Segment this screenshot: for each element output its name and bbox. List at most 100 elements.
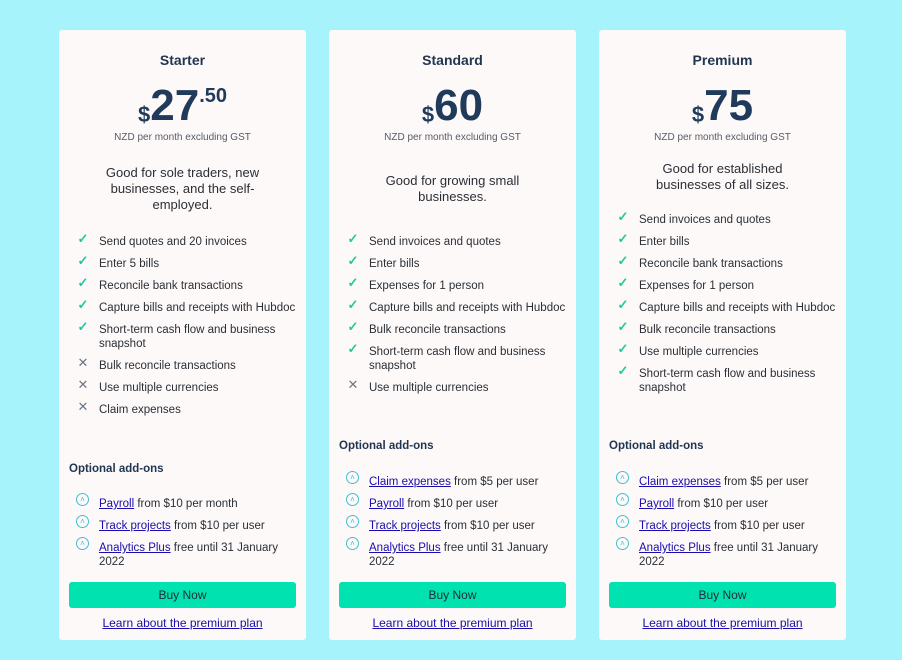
addon-link[interactable]: Track projects xyxy=(369,520,441,532)
buy-now-button[interactable]: Buy Now xyxy=(69,582,296,608)
feature-item: ✓ Send invoices and quotes xyxy=(339,231,566,249)
feature-item: ✓ Short-term cash flow and business snaps… xyxy=(609,363,836,395)
learn-more-link[interactable]: Learn about the premium plan xyxy=(329,616,576,630)
check-icon: ✓ xyxy=(347,341,359,356)
addons-title: Optional add-ons xyxy=(69,463,164,475)
price-note: NZD per month excluding GST xyxy=(384,132,521,143)
chevron-up-circle-icon: ˄ xyxy=(616,515,629,528)
feature-text: Use multiple currencies xyxy=(639,346,759,358)
feature-item: ✓ Bulk reconcile transactions xyxy=(609,319,836,337)
feature-text: Capture bills and receipts with Hubdoc xyxy=(99,302,296,314)
price-amount: 27 xyxy=(150,81,200,130)
chevron-up-circle-icon: ˄ xyxy=(616,537,629,550)
feature-item: ✕ Claim expenses xyxy=(69,399,296,417)
check-icon: ✓ xyxy=(617,363,629,378)
buy-now-button[interactable]: Buy Now xyxy=(609,582,836,608)
feature-list: ✓ Send invoices and quotes ✓ Enter bills ✓ Ex… xyxy=(339,231,566,403)
addon-text: from $10 per user xyxy=(170,520,265,532)
plan-description: Good for growing small businesses. xyxy=(385,173,520,204)
plan-card-standard: Standard $60 NZD per month excluding GST… xyxy=(329,30,576,640)
addon-link[interactable]: Payroll xyxy=(369,498,404,510)
addon-link[interactable]: Claim expenses xyxy=(369,476,451,488)
feature-item: ✓ Enter 5 bills xyxy=(69,253,296,271)
addon-item: ˄ Payroll from $10 per month xyxy=(69,493,296,511)
plan-price: $27.50 xyxy=(59,82,306,130)
chevron-up-circle-icon: ˄ xyxy=(346,537,359,550)
chevron-up-circle-icon: ˄ xyxy=(346,515,359,528)
feature-item: ✓ Reconcile bank transactions xyxy=(609,253,836,271)
check-icon: ✓ xyxy=(617,319,629,334)
chevron-up-circle-icon: ˄ xyxy=(616,493,629,506)
feature-text: Capture bills and receipts with Hubdoc xyxy=(369,302,566,314)
addon-item: ˄ Analytics Plus free until 31 January 20… xyxy=(339,537,566,569)
addon-item: ˄ Track projects from $10 per user xyxy=(69,515,296,533)
feature-list: ✓ Send quotes and 20 invoices ✓ Enter 5 bil… xyxy=(69,231,296,425)
addon-link[interactable]: Track projects xyxy=(639,520,711,532)
addon-link[interactable]: Payroll xyxy=(639,498,674,510)
feature-item: ✓ Capture bills and receipts with Hubdoc xyxy=(339,297,566,315)
learn-more-link[interactable]: Learn about the premium plan xyxy=(59,616,306,630)
addon-text: from $5 per user xyxy=(450,476,539,488)
feature-text: Send quotes and 20 invoices xyxy=(99,236,247,248)
feature-item: ✓ Expenses for 1 person xyxy=(339,275,566,293)
price-amount: 75 xyxy=(704,81,754,130)
check-icon: ✓ xyxy=(617,275,629,290)
feature-item: ✓ Expenses for 1 person xyxy=(609,275,836,293)
addon-link[interactable]: Analytics Plus xyxy=(99,542,171,554)
feature-text: Use multiple currencies xyxy=(369,382,489,394)
addon-link[interactable]: Track projects xyxy=(99,520,171,532)
check-icon: ✓ xyxy=(617,231,629,246)
cross-icon: ✕ xyxy=(77,399,89,414)
feature-text: Send invoices and quotes xyxy=(639,214,771,226)
addon-text: from $10 per user xyxy=(440,520,535,532)
price-note: NZD per month excluding GST xyxy=(654,132,791,143)
feature-text: Expenses for 1 person xyxy=(369,280,485,292)
feature-text: Reconcile bank transactions xyxy=(99,280,243,292)
addon-link[interactable]: Analytics Plus xyxy=(369,542,441,554)
addon-link[interactable]: Analytics Plus xyxy=(639,542,711,554)
feature-text: Claim expenses xyxy=(99,404,181,416)
feature-text: Use multiple currencies xyxy=(99,382,219,394)
plan-price: $75 xyxy=(599,82,846,130)
plan-description: Good for established businesses of all s… xyxy=(656,161,789,192)
chevron-up-circle-icon: ˄ xyxy=(76,493,89,506)
check-icon: ✓ xyxy=(347,297,359,312)
feature-text: Send invoices and quotes xyxy=(369,236,501,248)
check-icon: ✓ xyxy=(617,209,629,224)
chevron-up-circle-icon: ˄ xyxy=(346,493,359,506)
feature-item: ✓ Short-term cash flow and business snaps… xyxy=(339,341,566,373)
feature-item: ✕ Use multiple currencies xyxy=(339,377,566,395)
feature-item: ✓ Reconcile bank transactions xyxy=(69,275,296,293)
check-icon: ✓ xyxy=(77,297,89,312)
addon-link[interactable]: Claim expenses xyxy=(639,476,721,488)
addon-item: ˄ Claim expenses from $5 per user xyxy=(339,471,566,489)
addon-list: ˄ Payroll from $10 per month ˄ Track projec… xyxy=(69,493,296,577)
price-cents: .50 xyxy=(199,85,227,107)
check-icon: ✓ xyxy=(347,253,359,268)
feature-text: Enter 5 bills xyxy=(99,258,160,270)
addon-list: ˄ Claim expenses from $5 per user ˄ Payroll… xyxy=(339,471,566,577)
chevron-up-circle-icon: ˄ xyxy=(76,515,89,528)
plan-price: $60 xyxy=(329,82,576,130)
feature-list: ✓ Send invoices and quotes ✓ Enter bills ✓ Re… xyxy=(609,209,836,403)
buy-now-button[interactable]: Buy Now xyxy=(339,582,566,608)
addon-text: from $5 per user xyxy=(720,476,809,488)
price-currency: $ xyxy=(691,102,705,127)
cross-icon: ✕ xyxy=(77,377,89,392)
addon-link[interactable]: Payroll xyxy=(99,498,134,510)
addons-title: Optional add-ons xyxy=(609,440,704,452)
addon-item: ˄ Analytics Plus free until 31 January 20… xyxy=(609,537,836,569)
plan-name: Standard xyxy=(422,52,483,68)
feature-item: ✕ Use multiple currencies xyxy=(69,377,296,395)
addon-text: from $10 per user xyxy=(710,520,805,532)
feature-text: Bulk reconcile transactions xyxy=(639,324,776,336)
check-icon: ✓ xyxy=(347,275,359,290)
check-icon: ✓ xyxy=(617,253,629,268)
addon-list: ˄ Claim expenses from $5 per user ˄ Payroll… xyxy=(609,471,836,577)
feature-item: ✕ Bulk reconcile transactions xyxy=(69,355,296,373)
addon-text: from $10 per user xyxy=(674,498,769,510)
learn-more-link[interactable]: Learn about the premium plan xyxy=(599,616,846,630)
cross-icon: ✕ xyxy=(347,377,359,392)
chevron-up-circle-icon: ˄ xyxy=(616,471,629,484)
feature-text: Capture bills and receipts with Hubdoc xyxy=(639,302,836,314)
